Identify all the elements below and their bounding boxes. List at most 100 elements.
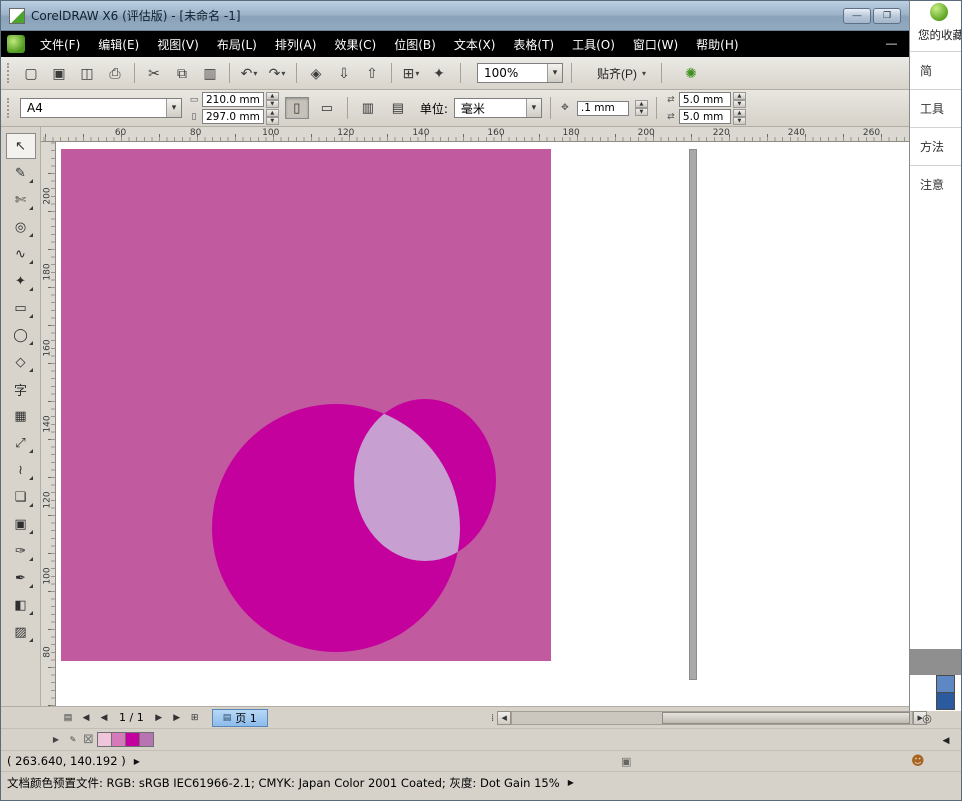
profile-expand-icon[interactable]: ▶: [568, 778, 574, 787]
ellipse-tool[interactable]: ◯: [6, 322, 36, 348]
drawing-canvas[interactable]: [56, 142, 909, 706]
spin-up-icon[interactable]: ▲: [733, 109, 746, 117]
docker-item[interactable]: 工具: [910, 89, 962, 127]
new-document-button[interactable]: ▢: [18, 61, 44, 85]
redo-button[interactable]: ↷▾: [264, 61, 290, 85]
menu-item[interactable]: 编辑(E): [89, 32, 148, 57]
docker-item[interactable]: 简: [910, 51, 962, 89]
nudge-offset-field[interactable]: .1 mm: [577, 101, 629, 116]
dropdown-arrow-icon[interactable]: ▾: [166, 99, 181, 117]
last-page-button[interactable]: ▶: [168, 709, 186, 726]
connector-tool[interactable]: ≀: [6, 457, 36, 483]
nudge-offset-spinner[interactable]: ▲ ▼: [635, 100, 648, 116]
contour-tool[interactable]: ▣: [6, 511, 36, 537]
dropdown-arrow-icon[interactable]: ▾: [547, 64, 562, 82]
document-minimize-button[interactable]: —: [886, 38, 897, 50]
no-color-swatch[interactable]: ⊠: [83, 733, 94, 747]
interactive-fill-tool[interactable]: ▨: [6, 619, 36, 645]
shape-tool[interactable]: ✎: [6, 160, 36, 186]
smart-fill-tool[interactable]: ✦: [6, 268, 36, 294]
horizontal-ruler[interactable]: 6080100120140160180200220240260: [41, 127, 909, 142]
drop-shadow-tool[interactable]: ❏: [6, 484, 36, 510]
open-document-button[interactable]: ▣: [46, 61, 72, 85]
menu-item[interactable]: 帮助(H): [687, 32, 747, 57]
zoom-tool[interactable]: ◎: [6, 214, 36, 240]
menu-item[interactable]: 窗口(W): [624, 32, 687, 57]
all-pages-button[interactable]: ▥: [356, 97, 380, 119]
menu-item[interactable]: 位图(B): [385, 32, 445, 57]
import-button[interactable]: ⇩: [331, 61, 357, 85]
page-height-spinner[interactable]: ▲ ▼: [266, 109, 279, 125]
color-eyedropper-tool[interactable]: ✑: [6, 538, 36, 564]
dimension-tool[interactable]: ⤢: [6, 430, 36, 456]
menu-item[interactable]: 文本(X): [445, 32, 505, 57]
menu-item[interactable]: 工具(O): [563, 32, 624, 57]
pick-tool[interactable]: ↖: [6, 133, 36, 159]
page-width-spinner[interactable]: ▲ ▼: [266, 92, 279, 108]
palette-color-swatch[interactable]: [936, 675, 955, 693]
page-width-field[interactable]: 210.0 mm: [202, 92, 264, 107]
welcome-screen-button[interactable]: ✦: [426, 61, 452, 85]
options-button[interactable]: ✺: [678, 61, 704, 85]
spin-down-icon[interactable]: ▼: [635, 108, 648, 116]
search-content-button[interactable]: ◈: [303, 61, 329, 85]
outline-pen-tool[interactable]: ✒: [6, 565, 36, 591]
text-tool[interactable]: 字: [6, 376, 36, 402]
palette-eyedropper-button[interactable]: ✎: [66, 733, 80, 747]
spin-up-icon[interactable]: ▲: [266, 92, 279, 100]
horizontal-scroll-thumb[interactable]: [662, 712, 910, 724]
property-bar-grip[interactable]: [7, 98, 10, 118]
document-palette-swatch[interactable]: [97, 732, 112, 747]
duplicate-y-spinner[interactable]: ▲ ▼: [733, 109, 746, 125]
copy-button[interactable]: ⧉: [169, 61, 195, 85]
rectangle-tool[interactable]: ▭: [6, 295, 36, 321]
menu-item[interactable]: 布局(L): [208, 32, 266, 57]
drawing-surface[interactable]: [56, 142, 909, 706]
docker-item[interactable]: 注意: [910, 165, 962, 203]
spin-down-icon[interactable]: ▼: [733, 100, 746, 108]
minimize-button[interactable]: —: [843, 8, 871, 24]
spin-up-icon[interactable]: ▲: [733, 92, 746, 100]
document-palette-swatch[interactable]: [139, 732, 154, 747]
page-size-preset-combo[interactable]: A4 ▾: [20, 98, 182, 118]
duplicate-y-field[interactable]: 5.0 mm: [679, 109, 731, 124]
horizontal-scroll-track[interactable]: [511, 711, 913, 725]
landscape-button[interactable]: ▭: [315, 97, 339, 119]
toolbar-grip[interactable]: [7, 63, 10, 83]
next-page-button[interactable]: ▶: [150, 709, 168, 726]
navigator-zoom-button[interactable]: ◎: [919, 710, 935, 726]
spin-up-icon[interactable]: ▲: [266, 109, 279, 117]
user-account-icon[interactable]: ☻: [911, 754, 925, 769]
page-height-field[interactable]: 297.0 mm: [202, 109, 264, 124]
titlebar[interactable]: CorelDRAW X6 (评估版) - [未命名 -1] — ❐: [1, 1, 909, 31]
dropdown-arrow-icon[interactable]: ▾: [526, 99, 541, 117]
polygon-tool[interactable]: ◇: [6, 349, 36, 375]
spin-up-icon[interactable]: ▲: [635, 100, 648, 108]
palette-scroll-left-button[interactable]: ◀: [939, 733, 953, 747]
freehand-tool[interactable]: ∿: [6, 241, 36, 267]
restore-button[interactable]: ❐: [873, 8, 901, 24]
add-page-button[interactable]: ⊞: [186, 709, 204, 726]
coords-expand-icon[interactable]: ▶: [134, 757, 140, 766]
view-splitter-handle[interactable]: ⁞: [491, 713, 494, 724]
menu-item[interactable]: 排列(A): [266, 32, 326, 57]
snap-to-dropdown[interactable]: 贴齐(P) ▾: [590, 62, 653, 84]
undo-button[interactable]: ↶▾: [236, 61, 262, 85]
units-combo[interactable]: 毫米 ▾: [454, 98, 542, 118]
menu-item[interactable]: 文件(F): [31, 32, 89, 57]
document-palette-swatch[interactable]: [125, 732, 140, 747]
crop-tool[interactable]: ✄: [6, 187, 36, 213]
paste-button[interactable]: ▥: [197, 61, 223, 85]
palette-color-swatch[interactable]: [936, 692, 955, 710]
spin-down-icon[interactable]: ▼: [733, 117, 746, 125]
application-launcher-button[interactable]: ⊞▾: [398, 61, 424, 85]
fill-tool[interactable]: ◧: [6, 592, 36, 618]
menu-item[interactable]: 视图(V): [148, 32, 208, 57]
portrait-button[interactable]: ▯: [285, 97, 309, 119]
vertical-scrollbar[interactable]: [689, 149, 697, 680]
table-tool[interactable]: ▦: [6, 403, 36, 429]
save-document-button[interactable]: ◫: [74, 61, 100, 85]
scroll-left-button[interactable]: ◀: [497, 711, 511, 725]
page-tab[interactable]: ▤ 页 1: [212, 709, 268, 727]
palette-play-button[interactable]: ▶: [49, 733, 63, 747]
